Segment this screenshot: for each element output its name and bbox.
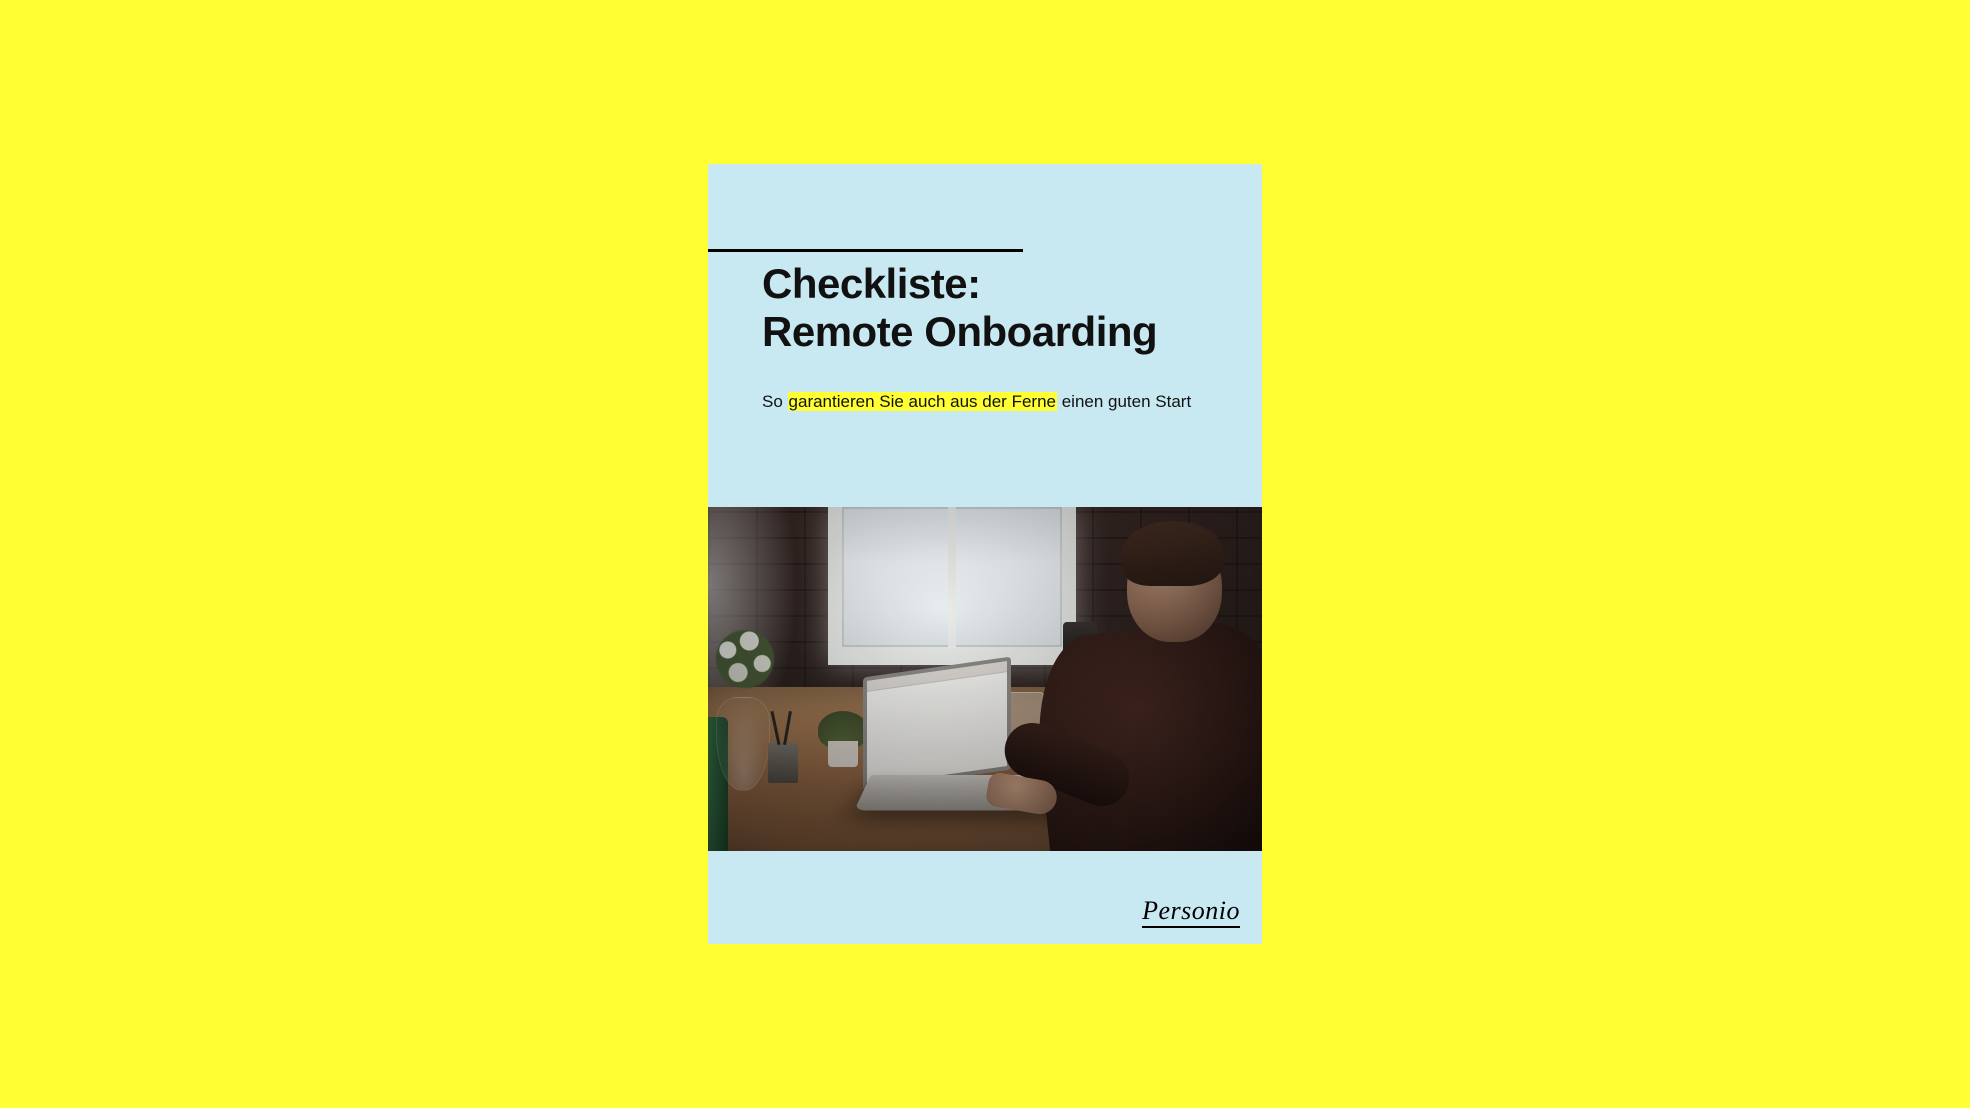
document-card: Checkliste: Remote Onboarding So garanti… — [708, 164, 1262, 944]
header-rule — [708, 249, 1023, 252]
footer: Personio — [1142, 896, 1240, 926]
photo-pencil-cup — [768, 743, 798, 783]
subtitle-highlight: garantieren Sie auch aus der Ferne — [788, 392, 1057, 411]
subtitle-prefix: So — [762, 392, 788, 411]
title-line-1: Checkliste: — [762, 260, 981, 307]
document-subtitle: So garantieren Sie auch aus der Ferne ei… — [762, 391, 1208, 413]
subtitle-suffix: einen guten Start — [1057, 392, 1191, 411]
photo-person — [1032, 527, 1262, 851]
document-title: Checkliste: Remote Onboarding — [762, 260, 1208, 357]
title-block: Checkliste: Remote Onboarding So garanti… — [708, 164, 1262, 413]
title-line-2: Remote Onboarding — [762, 308, 1157, 355]
cover-photo — [708, 507, 1262, 851]
photo-plant — [818, 707, 868, 767]
brand-logo: Personio — [1142, 896, 1240, 928]
